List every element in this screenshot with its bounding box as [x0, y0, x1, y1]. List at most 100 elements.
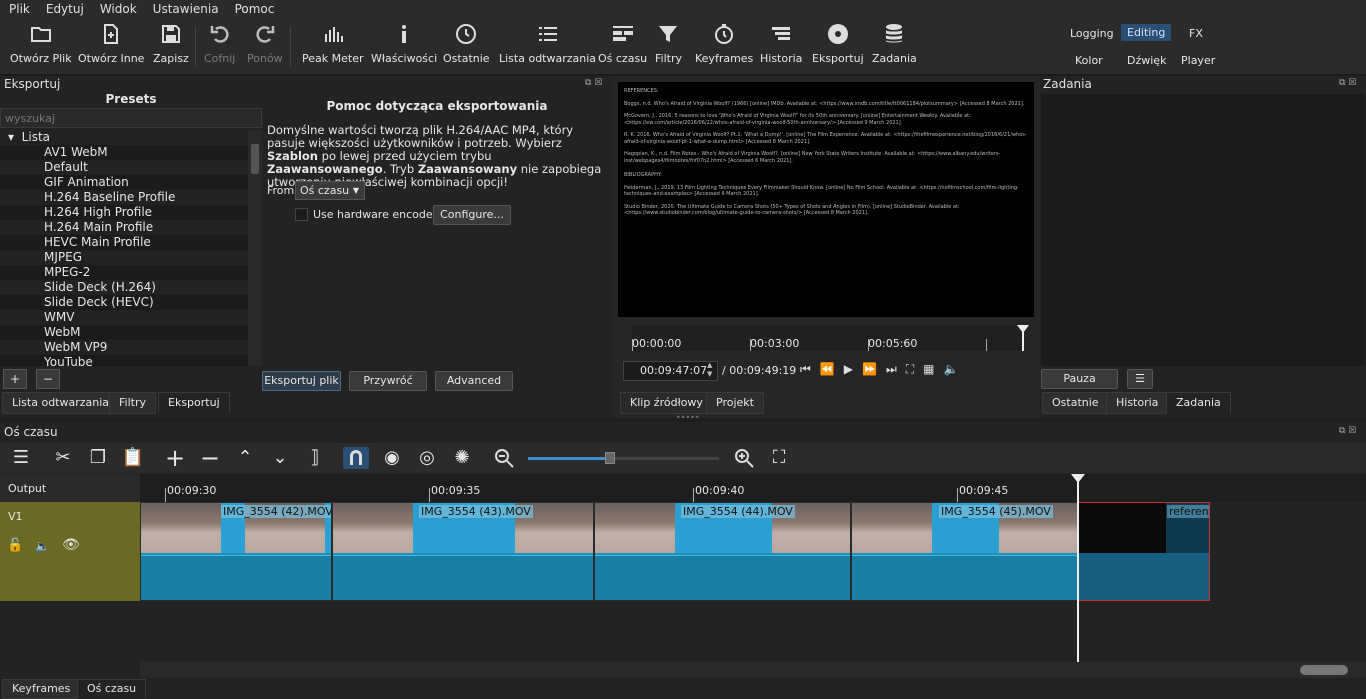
hw-encoder-checkbox[interactable] [295, 208, 308, 221]
export-button[interactable]: Eksportuj [812, 22, 864, 65]
lift-icon[interactable]: ⌃ [233, 447, 257, 469]
preset-group[interactable]: ▾ Lista [0, 130, 248, 145]
redo-button[interactable]: Ponów [247, 22, 283, 65]
skip-previous-icon[interactable]: ⏮ [800, 362, 820, 376]
slider-handle[interactable] [605, 452, 615, 464]
ripple-icon[interactable]: ◎ [415, 447, 439, 469]
tab-filters[interactable]: Filtry [109, 392, 156, 414]
timeline-button[interactable]: Oś czasu [598, 22, 647, 65]
eye-icon[interactable]: 👁 [62, 537, 80, 553]
tab-jobs[interactable]: Zadania [1166, 392, 1231, 414]
timeline-clip[interactable]: IMG_3554 (44).MOV [594, 502, 851, 601]
peak-meter-button[interactable]: Peak Meter [302, 22, 363, 65]
list-item[interactable]: H.264 High Profile [0, 205, 248, 220]
timeline-clip[interactable]: IMG_3554 (45).MOV [851, 502, 1078, 601]
list-item[interactable]: WMV [0, 310, 248, 325]
open-file-button[interactable]: Otwórz Plik [10, 22, 72, 65]
scrub-eye-icon[interactable]: ◉ [380, 447, 404, 469]
layout-color[interactable]: Kolor [1069, 52, 1109, 69]
tab-recent[interactable]: Ostatnie [1042, 392, 1109, 414]
output-track-header[interactable]: Output [0, 474, 140, 502]
lock-icon[interactable]: 🔓 [7, 538, 23, 553]
paste-icon[interactable]: 📋 [121, 447, 145, 469]
player-ruler[interactable]: 00:00:00 00:03:00 00:05:60 [632, 325, 1029, 351]
timeline-clip-selected[interactable]: referenc [1078, 502, 1210, 601]
remove-preset-button[interactable]: − [36, 369, 60, 389]
list-item[interactable]: H.264 Baseline Profile [0, 190, 248, 205]
presets-list[interactable]: ▾ Lista AV1 WebM Default GIF Animation H… [0, 130, 248, 366]
zoom-slider[interactable] [528, 452, 719, 464]
append-icon[interactable]: + [163, 446, 187, 470]
menu-settings[interactable]: Ustawienia [143, 2, 225, 16]
snap-magnet-icon[interactable] [343, 447, 369, 469]
grid-icon[interactable]: ▦ [923, 362, 943, 376]
tab-project[interactable]: Projekt [706, 392, 764, 414]
layout-audio[interactable]: Dźwięk [1121, 52, 1172, 69]
scrollbar-thumb[interactable] [1300, 665, 1348, 675]
jobs-menu-button[interactable]: ☰ [1127, 369, 1153, 389]
list-item[interactable]: Default [0, 160, 248, 175]
pause-button[interactable]: Pauza [1041, 369, 1118, 389]
fast-forward-icon[interactable]: ⏩ [862, 362, 886, 376]
jobs-button[interactable]: Zadania [872, 22, 917, 65]
list-item[interactable]: YouTube [0, 355, 248, 366]
layout-player[interactable]: Player [1175, 52, 1221, 69]
timeline-ruler[interactable] [140, 474, 1366, 502]
position-field[interactable]: 00:09:47:07 [623, 361, 718, 381]
layout-editing[interactable]: Editing [1121, 24, 1172, 41]
list-item[interactable]: MJPEG [0, 250, 248, 265]
list-item[interactable]: Slide Deck (HEVC) [0, 295, 248, 310]
list-item[interactable]: H.264 Main Profile [0, 220, 248, 235]
layout-fx[interactable]: FX [1183, 25, 1209, 42]
configure-button[interactable]: Configure... [433, 205, 511, 225]
v1-track-header[interactable]: V1 🔓 🔈 👁 [0, 502, 140, 601]
ripple-all-icon[interactable]: ✺ [450, 447, 474, 469]
list-item[interactable]: GIF Animation [0, 175, 248, 190]
presets-scrollbar[interactable] [248, 130, 262, 366]
tab-export[interactable]: Eksportuj [158, 392, 230, 414]
zoom-out-icon[interactable] [492, 447, 516, 469]
remove-icon[interactable]: − [198, 446, 222, 470]
timeline-clip[interactable]: IMG_3554 (43).MOV [332, 502, 594, 601]
tab-keyframes[interactable]: Keyframes [2, 679, 81, 699]
dock-float-close-icon[interactable]: ⧉ ☒ [1339, 426, 1356, 436]
jobs-list[interactable] [1041, 94, 1365, 366]
zoom-fit-icon[interactable]: ⛶ [906, 362, 923, 376]
undo-button[interactable]: Cofnij [204, 22, 235, 65]
save-button[interactable]: Zapisz [153, 22, 189, 65]
list-item[interactable]: WebM VP9 [0, 340, 248, 355]
timeline-clip[interactable]: IMG_3554 (42).MOV [140, 502, 332, 601]
open-other-button[interactable]: Otwórz Inne [78, 22, 144, 65]
dock-float-close-icon[interactable]: ⧉ ☒ [1339, 78, 1356, 88]
cut-icon[interactable]: ✂ [51, 447, 75, 469]
tab-playlist[interactable]: Lista odtwarzania [2, 392, 120, 414]
hamburger-menu-icon[interactable]: ☰ [9, 447, 33, 469]
menu-file[interactable]: Plik [0, 2, 36, 16]
export-file-button[interactable]: Eksportuj plik [262, 371, 341, 391]
splitter-handle[interactable]: ••••• [676, 413, 700, 422]
tab-history[interactable]: Historia [1106, 392, 1169, 414]
from-select[interactable]: Oś czasu ▼ [295, 181, 365, 200]
dock-float-close-icon[interactable]: ⧉ ☒ [585, 78, 602, 88]
menu-edit[interactable]: Edytuj [36, 2, 90, 16]
copy-icon[interactable]: ❐ [86, 447, 110, 469]
keyframes-button[interactable]: Keyframes [695, 22, 753, 65]
video-viewer[interactable]: REFERENCES: Boggs, n.d. Who's Afraid of … [618, 82, 1034, 317]
volume-icon[interactable]: 🔈 [944, 362, 968, 376]
properties-button[interactable]: Właściwości [371, 22, 437, 65]
scrollbar-thumb[interactable] [251, 144, 259, 174]
zoom-fit-icon[interactable]: ⛶ [767, 447, 791, 469]
menu-view[interactable]: Widok [90, 2, 143, 16]
reset-button[interactable]: Przywróć [349, 371, 427, 391]
spinner-arrows-icon[interactable]: ▲ ▼ [707, 361, 712, 379]
layout-logging[interactable]: Logging [1064, 25, 1120, 42]
list-item[interactable]: Slide Deck (H.264) [0, 280, 248, 295]
playlist-button[interactable]: Lista odtwarzania [499, 22, 596, 65]
zoom-in-icon[interactable] [732, 447, 756, 469]
rewind-icon[interactable]: ⏪ [820, 362, 844, 376]
list-item[interactable]: MPEG-2 [0, 265, 248, 280]
tab-timeline[interactable]: Oś czasu [77, 679, 147, 699]
play-icon[interactable]: ▶ [844, 362, 862, 376]
list-item[interactable]: WebM [0, 325, 248, 340]
menu-help[interactable]: Pomoc [225, 2, 281, 16]
